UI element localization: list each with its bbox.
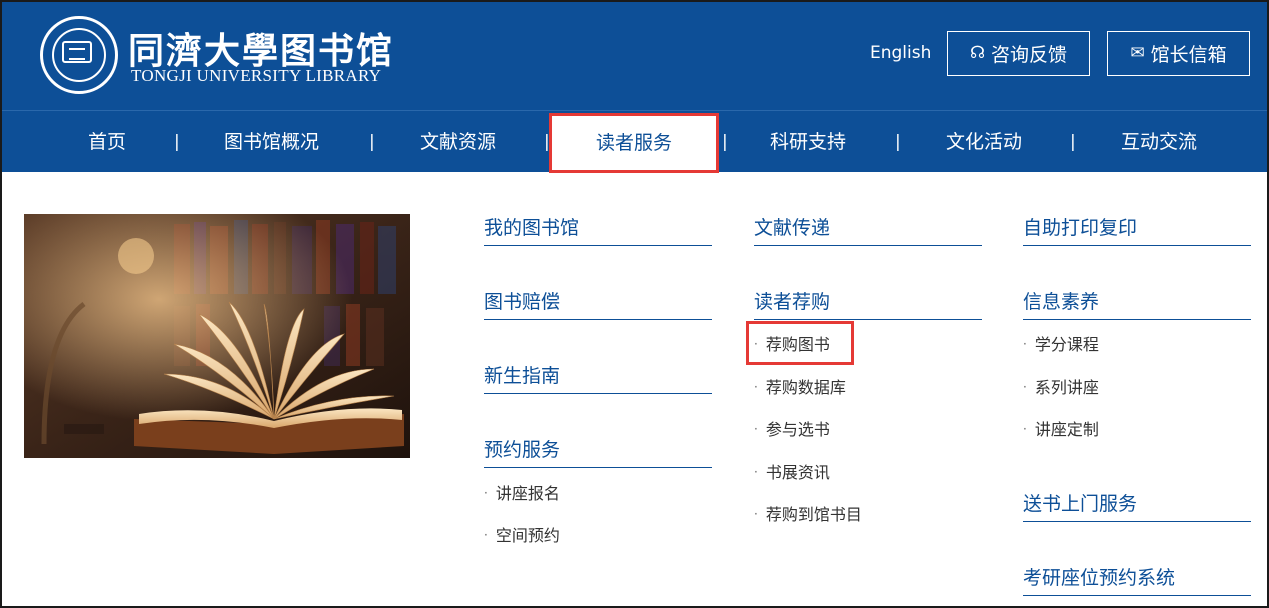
submenu-label: 空间预约 — [495, 526, 560, 545]
divider — [1023, 521, 1251, 522]
nav-research-support[interactable]: 科研支持 — [770, 111, 846, 173]
nav-cultural-activities[interactable]: 文化活动 — [946, 111, 1022, 173]
divider — [1023, 595, 1251, 596]
university-seal-logo[interactable] — [40, 16, 118, 94]
submenu-lecture-series[interactable]: · 系列讲座 — [1023, 374, 1099, 398]
nav-home[interactable]: 首页 — [88, 111, 126, 173]
menu-reader-recommendation[interactable]: 读者荐购 — [754, 287, 830, 314]
envelope-icon: ✉ — [1130, 43, 1145, 63]
nav-separator: | — [174, 132, 180, 152]
divider — [484, 393, 712, 394]
submenu-label: 参与选书 — [765, 420, 830, 439]
headset-icon: ☊ — [969, 43, 986, 63]
consult-feedback-label: 咨询反馈 — [991, 44, 1068, 66]
menu-my-library[interactable]: 我的图书馆 — [484, 213, 579, 240]
nav-interaction[interactable]: 互动交流 — [1121, 111, 1197, 173]
divider — [484, 245, 712, 246]
director-mailbox-button[interactable]: ✉ 馆长信箱 — [1107, 31, 1250, 76]
divider — [1023, 245, 1251, 246]
divider — [754, 245, 982, 246]
divider — [754, 319, 982, 320]
bullet: · — [1023, 337, 1027, 351]
submenu-custom-lecture[interactable]: · 讲座定制 — [1023, 416, 1099, 440]
language-switch-link[interactable]: English — [870, 43, 931, 63]
submenu-space-reservation[interactable]: · 空间预约 — [484, 522, 560, 546]
submenu-arrived-books-list[interactable]: · 荐购到馆书目 — [754, 501, 862, 525]
nav-separator: | — [895, 132, 901, 152]
nav-reader-services[interactable]: 读者服务 — [549, 113, 719, 173]
nav-separator: | — [1070, 132, 1076, 152]
divider — [484, 467, 712, 468]
open-book-image — [24, 214, 410, 458]
main-navbar: 首页 | 图书馆概况 | 文献资源 | 读者服务 | 科研支持 | 文化活动 |… — [2, 110, 1267, 173]
bullet: · — [484, 528, 488, 542]
open-book-illustration — [24, 214, 410, 458]
submenu-credit-courses[interactable]: · 学分课程 — [1023, 331, 1099, 355]
submenu-recommend-books[interactable]: · 荐购图书 — [754, 331, 830, 355]
menu-book-delivery-service[interactable]: 送书上门服务 — [1023, 489, 1137, 516]
seal-emblem-icon — [62, 41, 92, 63]
director-mailbox-label: 馆长信箱 — [1150, 44, 1227, 66]
nav-resources[interactable]: 文献资源 — [420, 111, 496, 173]
menu-book-compensation[interactable]: 图书赔偿 — [484, 287, 560, 314]
bullet: · — [484, 486, 488, 500]
submenu-lecture-registration[interactable]: · 讲座报名 — [484, 480, 560, 504]
submenu-label: 荐购到馆书目 — [765, 505, 862, 524]
submenu-label: 书展资讯 — [765, 463, 830, 482]
menu-exam-seat-reservation[interactable]: 考研座位预约系统 — [1023, 563, 1175, 590]
nav-separator: | — [369, 132, 375, 152]
divider — [1023, 319, 1251, 320]
submenu-book-fair-news[interactable]: · 书展资讯 — [754, 459, 830, 483]
bullet: · — [754, 422, 758, 436]
nav-library-overview[interactable]: 图书馆概况 — [224, 111, 319, 173]
submenu-label: 讲座定制 — [1034, 420, 1099, 439]
menu-self-print-copy[interactable]: 自助打印复印 — [1023, 213, 1137, 240]
submenu-participate-selection[interactable]: · 参与选书 — [754, 416, 830, 440]
bullet: · — [1023, 380, 1027, 394]
submenu-label: 荐购图书 — [765, 335, 830, 354]
menu-freshman-guide[interactable]: 新生指南 — [484, 361, 560, 388]
nav-separator: | — [722, 132, 728, 152]
submenu-label: 讲座报名 — [495, 484, 560, 503]
menu-reservation-services[interactable]: 预约服务 — [484, 435, 560, 462]
submenu-recommend-databases[interactable]: · 荐购数据库 — [754, 374, 846, 398]
bullet: · — [754, 337, 758, 351]
bullet: · — [1023, 422, 1027, 436]
bullet: · — [754, 465, 758, 479]
menu-document-delivery[interactable]: 文献传递 — [754, 213, 830, 240]
divider — [484, 319, 712, 320]
page-frame: 同濟大學图书馆 TONGJI UNIVERSITY LIBRARY Englis… — [0, 0, 1269, 608]
submenu-label: 系列讲座 — [1034, 378, 1099, 397]
submenu-label: 荐购数据库 — [765, 378, 846, 397]
bullet: · — [754, 507, 758, 521]
submenu-label: 学分课程 — [1034, 335, 1099, 354]
library-logo-subtitle: TONGJI UNIVERSITY LIBRARY — [131, 66, 382, 85]
consult-feedback-button[interactable]: ☊ 咨询反馈 — [947, 31, 1090, 76]
bullet: · — [754, 380, 758, 394]
site-header: 同濟大學图书馆 TONGJI UNIVERSITY LIBRARY Englis… — [2, 2, 1267, 110]
menu-information-literacy[interactable]: 信息素养 — [1023, 287, 1099, 314]
